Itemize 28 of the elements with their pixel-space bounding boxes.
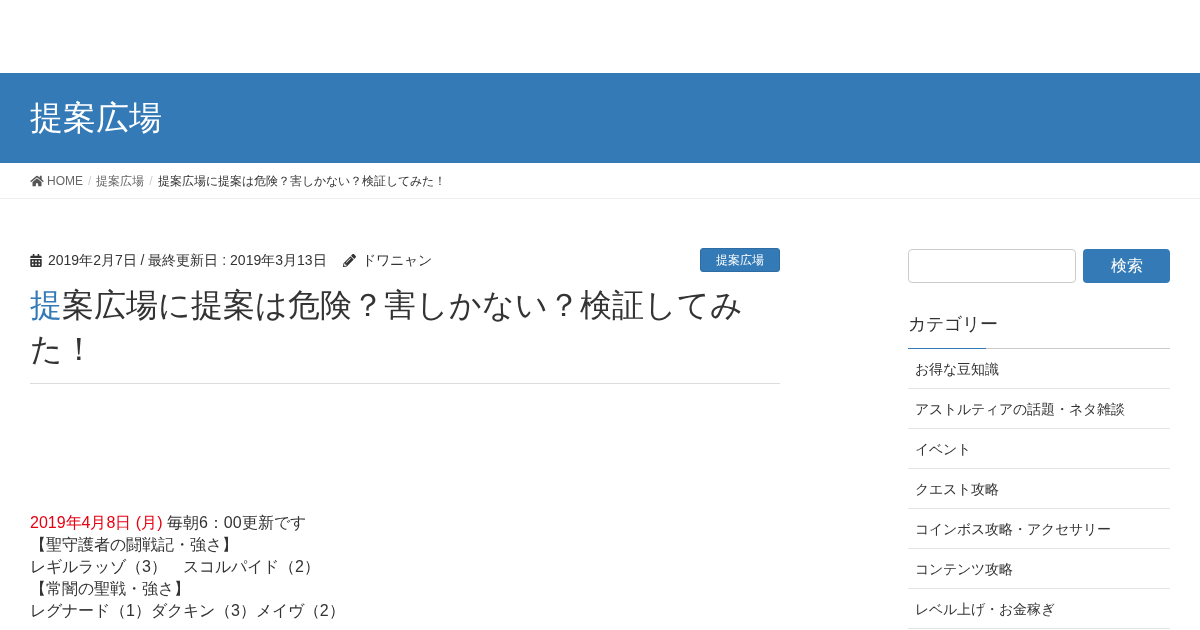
- body-text: 【常闇の聖戦・強さ】: [30, 579, 191, 599]
- category-link[interactable]: アストルティアの話題・ネタ雑談: [908, 389, 1170, 429]
- calendar-icon: [30, 253, 42, 267]
- category-link[interactable]: クエスト攻略: [908, 469, 1170, 509]
- category-link[interactable]: イベント: [908, 429, 1170, 469]
- category-link[interactable]: コインボス攻略・アクセサリー: [908, 509, 1170, 549]
- sidebar-heading: カテゴリー: [908, 313, 999, 336]
- post-author: ドワニャン: [361, 250, 432, 270]
- body-text: 2019年4月8日 (月) 毎朝6：00更新です: [30, 513, 307, 533]
- home-icon: [30, 174, 44, 187]
- category-link[interactable]: お得な豆知識: [908, 349, 1170, 389]
- body-text: レギルラッゾ（3） スコルパイド（2）: [30, 557, 321, 577]
- category-link[interactable]: レベル上げ・お金稼ぎ: [908, 589, 1170, 629]
- post-date: 2019年2月7日 / 最終更新日 : 2019年3月13日: [48, 250, 327, 270]
- breadcrumb-current: 提案広場に提案は危険？害しかない？検証してみた！: [157, 172, 446, 190]
- site-title[interactable]: 提案広場: [30, 93, 162, 143]
- breadcrumb-link[interactable]: 提案広場: [96, 171, 145, 190]
- body-text: 【聖守護者の闘戦記・強さ】: [30, 535, 239, 555]
- category-label[interactable]: 提案広場: [700, 248, 780, 272]
- search-button[interactable]: 検索: [1083, 249, 1170, 283]
- breadcrumb-link[interactable]: HOME: [47, 171, 83, 190]
- body-text: レグナード（1）ダクキン（3）メイヴ（2）: [30, 601, 346, 621]
- search-field[interactable]: [908, 249, 1076, 283]
- breadcrumb-separator: /: [88, 172, 92, 190]
- pencil-icon: [342, 253, 356, 267]
- post-title: 提案広場に提案は危険？害しかない？検証してみた！: [30, 283, 780, 384]
- breadcrumb-separator: /: [149, 172, 153, 190]
- category-link[interactable]: コンテンツ攻略: [908, 549, 1170, 589]
